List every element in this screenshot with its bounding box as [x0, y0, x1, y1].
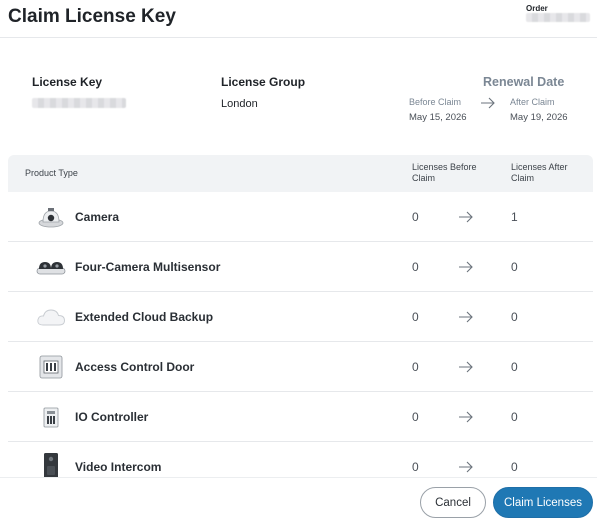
- arrow-right-icon: [459, 411, 473, 423]
- licenses-after-value: 0: [511, 260, 518, 274]
- column-header-licenses-after: Licenses After Claim: [511, 162, 568, 183]
- table-row: IO Controller 0 0: [8, 392, 593, 442]
- license-key-label: License Key: [32, 75, 103, 89]
- licenses-before-value: 0: [412, 460, 419, 474]
- product-name: IO Controller: [75, 410, 149, 424]
- licenses-before-value: 0: [412, 260, 419, 274]
- cloud-icon: [35, 304, 67, 330]
- product-name: Extended Cloud Backup: [75, 310, 214, 324]
- product-name: Video Intercom: [75, 460, 162, 474]
- licenses-after-value: 0: [511, 460, 518, 474]
- arrow-right-icon: [459, 461, 473, 473]
- camera-icon: [35, 204, 67, 230]
- table-row: Access Control Door 0 0: [8, 342, 593, 392]
- io-controller-icon: [35, 404, 67, 430]
- licenses-after-value: 0: [511, 360, 518, 374]
- access-control-icon: [35, 354, 67, 380]
- page-title: Claim License Key: [8, 6, 176, 27]
- arrow-right-icon: [459, 311, 473, 323]
- multisensor-camera-icon: [35, 254, 67, 280]
- licenses-before-value: 0: [412, 360, 419, 374]
- arrow-right-icon: [459, 361, 473, 373]
- table-header: Product Type Licenses Before Claim Licen…: [8, 155, 593, 192]
- arrow-right-icon: [459, 211, 473, 223]
- video-intercom-icon: [35, 453, 67, 477]
- arrow-right-icon: [459, 261, 473, 273]
- claim-licenses-button[interactable]: Claim Licenses: [493, 487, 593, 518]
- table-row: Camera 0 1: [8, 192, 593, 242]
- product-name: Camera: [75, 210, 120, 224]
- license-group-value: London: [221, 98, 258, 110]
- modal-header: Claim License Key Order: [0, 0, 597, 38]
- licenses-after-value: 0: [511, 310, 518, 324]
- table-row: Four-Camera Multisensor 0 0: [8, 242, 593, 292]
- product-name: Access Control Door: [75, 360, 195, 374]
- cancel-button[interactable]: Cancel: [420, 487, 486, 518]
- product-name: Four-Camera Multisensor: [75, 260, 221, 274]
- license-group-label: License Group: [221, 75, 306, 89]
- license-info: License Key License Group London Renewal…: [0, 70, 597, 130]
- arrow-right-icon: [481, 97, 495, 109]
- column-header-product-type: Product Type: [25, 168, 78, 178]
- licenses-before-value: 0: [412, 410, 419, 424]
- licenses-after-value: 0: [511, 410, 518, 424]
- licenses-after-value: 1: [511, 210, 518, 224]
- order-label: Order: [526, 4, 548, 13]
- after-claim-label: After Claim: [510, 97, 555, 107]
- before-claim-label: Before Claim: [409, 97, 462, 107]
- column-header-licenses-before: Licenses Before Claim: [412, 162, 477, 183]
- table-row: Extended Cloud Backup 0 0: [8, 292, 593, 342]
- before-claim-date: May 15, 2026: [409, 112, 467, 123]
- after-claim-date: May 19, 2026: [510, 112, 568, 123]
- table-row: Video Intercom 0 0: [8, 442, 593, 477]
- licenses-before-value: 0: [412, 310, 419, 324]
- renewal-date-label: Renewal Date: [483, 75, 565, 89]
- modal-footer: Cancel Claim Licenses: [0, 477, 597, 523]
- order-value-redacted: [526, 13, 590, 22]
- licenses-before-value: 0: [412, 210, 419, 224]
- license-key-value-redacted: [32, 98, 126, 108]
- product-table-body[interactable]: Camera 0 1 Four-Camera Multisensor 0 0 E…: [8, 192, 593, 477]
